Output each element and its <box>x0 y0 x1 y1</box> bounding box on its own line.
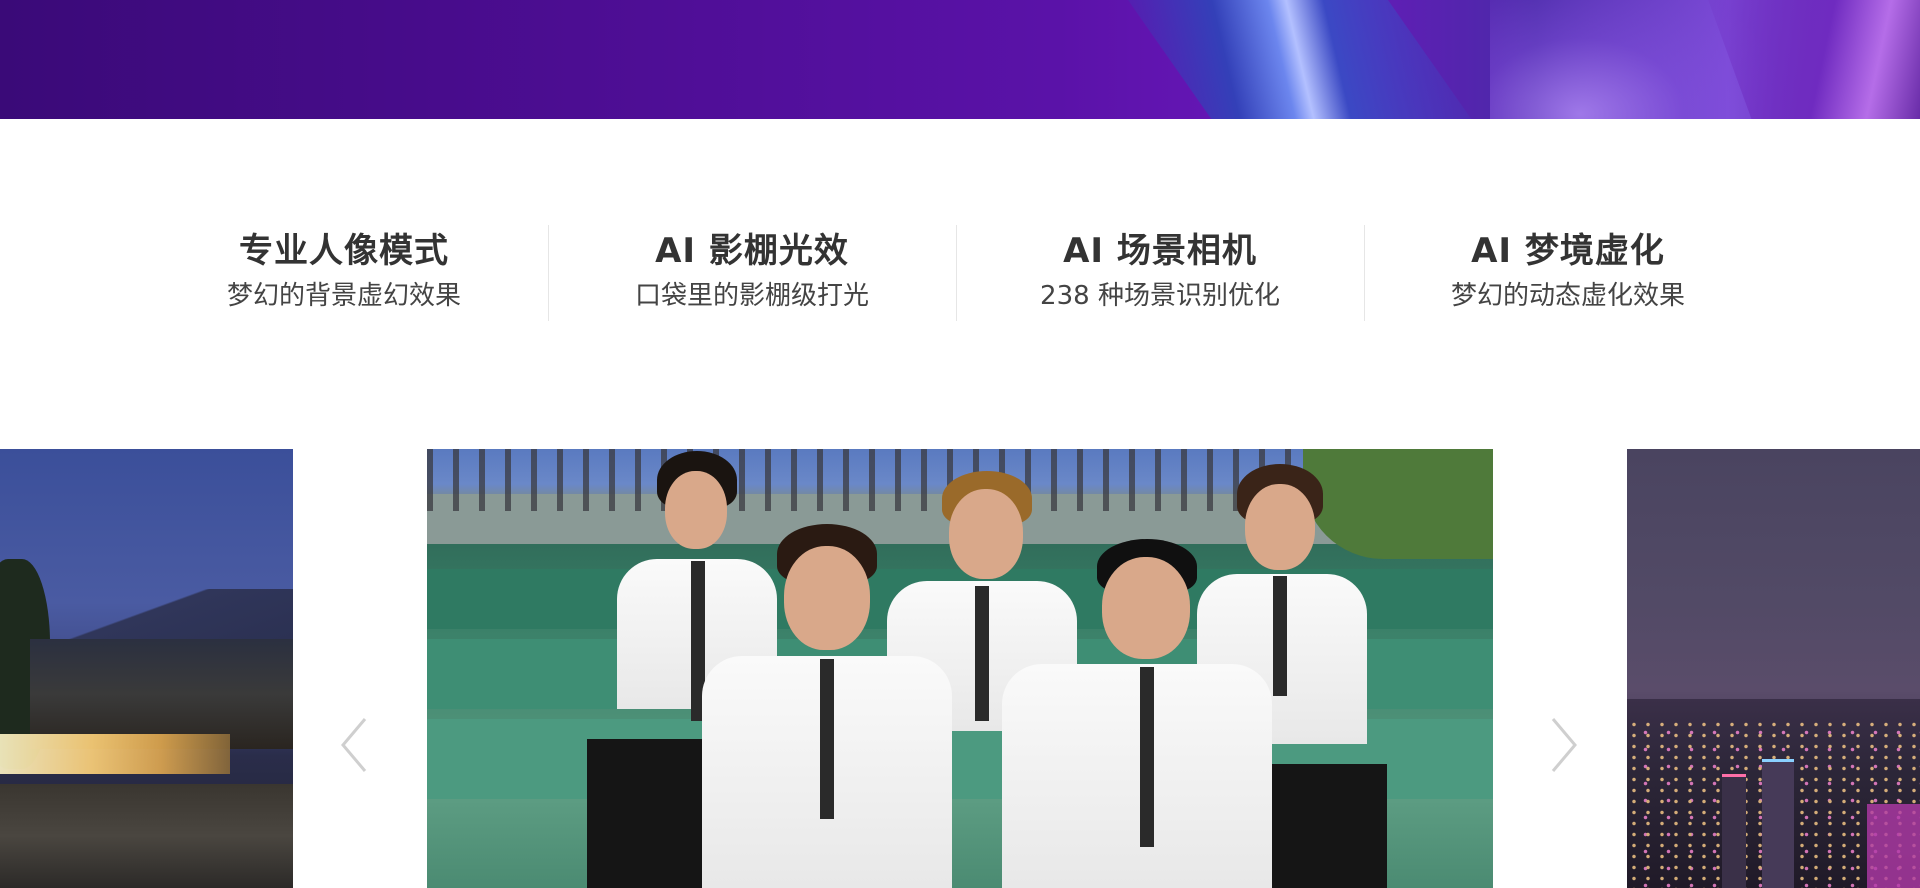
feature-title: AI 场景相机 <box>1063 231 1257 271</box>
carousel-slide-night-city[interactable] <box>1627 449 1920 888</box>
photo-buildings <box>30 639 293 749</box>
photo-person <box>702 524 952 888</box>
feature-subtitle: 口袋里的影棚级打光 <box>634 281 869 311</box>
chevron-left-icon <box>341 718 367 772</box>
feature-subtitle: 梦幻的动态虚化效果 <box>1450 281 1685 311</box>
feature-subtitle: 238 种场景识别优化 <box>1040 281 1280 311</box>
photo-tower <box>1867 804 1920 888</box>
feature-ai-dream-bokeh: AI 梦境虚化 梦幻的动态虚化效果 <box>1364 223 1772 323</box>
feature-subtitle: 梦幻的背景虚幻效果 <box>226 281 461 311</box>
feature-title: AI 影棚光效 <box>655 231 849 271</box>
photo-tie <box>1140 667 1154 847</box>
photo-person <box>1002 539 1272 888</box>
feature-title: AI 梦境虚化 <box>1471 231 1665 271</box>
photo-shirt <box>1002 664 1272 888</box>
photo-tie <box>975 586 989 721</box>
banner-wave-decoration <box>1085 0 1515 119</box>
photo-tie <box>1273 576 1287 696</box>
photo-ground <box>0 784 293 888</box>
carousel-next-button[interactable] <box>1543 713 1583 777</box>
carousel-slide-night-village[interactable] <box>0 449 293 888</box>
carousel-slide-group-portrait[interactable] <box>427 449 1493 888</box>
photo-tie <box>820 659 834 819</box>
feature-portrait-mode: 专业人像模式 梦幻的背景虚幻效果 <box>140 223 548 323</box>
feature-ai-scene-camera: AI 场景相机 238 种场景识别优化 <box>956 223 1364 323</box>
camera-features-row: 专业人像模式 梦幻的背景虚幻效果 AI 影棚光效 口袋里的影棚级打光 AI 场景… <box>140 223 1775 323</box>
photo-face <box>784 546 870 650</box>
photo-tower <box>1722 774 1746 888</box>
feature-ai-studio-light: AI 影棚光效 口袋里的影棚级打光 <box>548 223 956 323</box>
photo-lights <box>0 734 230 774</box>
carousel-prev-button[interactable] <box>335 713 375 777</box>
photo-face <box>1102 557 1190 659</box>
chevron-right-icon <box>1551 718 1577 772</box>
feature-title: 专业人像模式 <box>239 231 449 271</box>
hero-banner-bottom <box>0 0 1920 119</box>
photo-tower <box>1762 759 1794 888</box>
photo-carousel <box>0 449 1920 888</box>
